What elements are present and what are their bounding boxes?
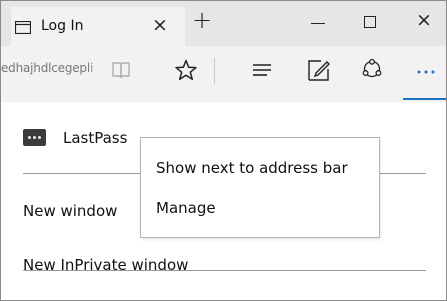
context-item-manage[interactable]: Manage	[156, 199, 216, 217]
extension-context-menu: Show next to address bar Manage	[140, 137, 380, 238]
tab-log-in[interactable]: Log In ×	[11, 7, 185, 46]
minimize-icon[interactable]	[300, 7, 340, 37]
menu-divider	[23, 270, 426, 271]
toolbar: edhajhdlcegepli	[1, 46, 446, 102]
reading-view-icon[interactable]	[108, 58, 134, 82]
web-note-icon[interactable]	[306, 58, 332, 82]
maximize-icon[interactable]	[351, 7, 391, 37]
star-icon[interactable]	[173, 58, 199, 82]
window-close-icon[interactable]: ×	[404, 7, 444, 37]
tab-page-icon	[14, 19, 32, 35]
hub-icon[interactable]	[249, 58, 275, 82]
share-icon[interactable]	[359, 58, 385, 82]
tab-title: Log In	[41, 18, 84, 34]
address-fade	[87, 58, 105, 78]
menu-item-new-inprivate-window[interactable]: New InPrivate window	[23, 256, 188, 274]
more-active-indicator	[403, 98, 446, 100]
context-item-show-next-to-address-bar[interactable]: Show next to address bar	[156, 159, 348, 177]
menu-item-new-window[interactable]: New window	[23, 202, 117, 220]
extension-label: LastPass	[63, 129, 128, 147]
browser-window: Log In × + × edhajhdlcegepli LastPass Ne…	[0, 0, 447, 301]
lastpass-icon	[23, 129, 46, 146]
plus-icon[interactable]: +	[192, 8, 212, 32]
close-icon[interactable]: ×	[152, 14, 168, 36]
more-icon[interactable]	[413, 58, 439, 82]
title-bar: Log In × + ×	[1, 1, 446, 46]
address-bar[interactable]: edhajhdlcegepli	[1, 61, 93, 75]
toolbar-separator	[214, 58, 215, 84]
